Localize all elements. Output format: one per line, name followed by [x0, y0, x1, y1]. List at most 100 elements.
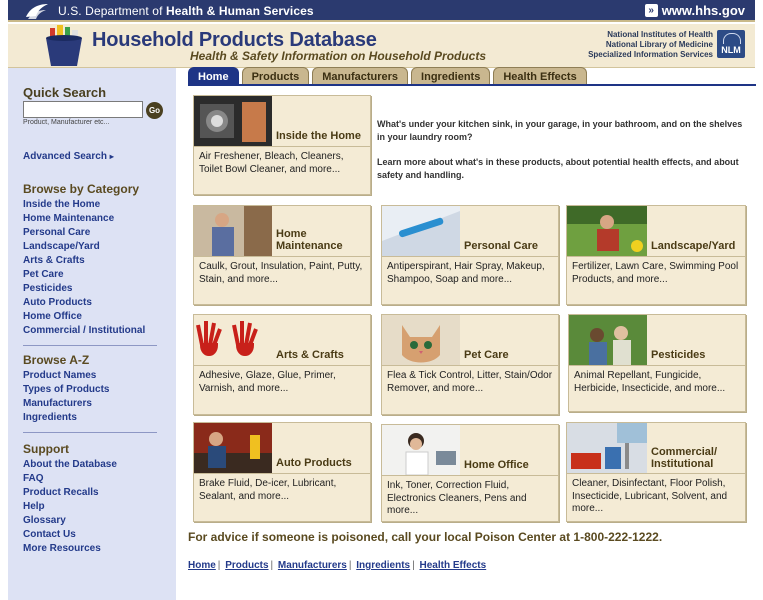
site-subtitle: Health & Safety Information on Household…: [190, 49, 487, 63]
footer-link-home[interactable]: Home: [188, 560, 216, 571]
card-description: Cleaner, Disinfectant, Floor Polish, Ins…: [572, 478, 728, 514]
nih-attribution[interactable]: National Institutes of Health National L…: [588, 30, 713, 60]
quick-search-input[interactable]: [23, 101, 143, 118]
category-personal-care[interactable]: Personal Care: [23, 226, 145, 240]
az-ingredients[interactable]: Ingredients: [23, 411, 110, 425]
card-landscape-yard[interactable]: Landscape/Yard Fertilizer, Lawn Care, Sw…: [566, 205, 746, 305]
category-pet-care[interactable]: Pet Care: [23, 268, 145, 282]
pet-care-photo-icon: [382, 315, 460, 365]
intro-text: What's under your kitchen sink, in your …: [377, 118, 747, 181]
separator: |: [270, 560, 274, 571]
support-contact[interactable]: Contact Us: [23, 528, 117, 542]
card-divider: [569, 365, 745, 366]
card-home-office[interactable]: Home Office Ink, Toner, Correction Fluid…: [381, 424, 559, 522]
az-product-names[interactable]: Product Names: [23, 369, 110, 383]
support-about[interactable]: About the Database: [23, 458, 117, 472]
card-title: Inside the Home: [276, 130, 361, 142]
footer-link-ingredients[interactable]: Ingredients: [356, 560, 410, 571]
card-divider: [194, 256, 370, 257]
tab-manufacturers[interactable]: Manufacturers: [312, 67, 409, 85]
nih-line: National Institutes of Health: [607, 30, 713, 39]
separator: |: [412, 560, 415, 571]
card-title: Landscape/Yard: [651, 240, 736, 252]
card-title: Auto Products: [276, 457, 352, 469]
support-faq[interactable]: FAQ: [23, 472, 117, 486]
support-section: Support About the Database FAQ Product R…: [23, 442, 117, 556]
card-title: Personal Care: [464, 240, 538, 252]
card-divider: [382, 475, 558, 476]
card-auto-products[interactable]: Auto Products Brake Fluid, De-icer, Lubr…: [193, 422, 371, 522]
card-arts-crafts[interactable]: Arts & Crafts Adhesive, Glaze, Glue, Pri…: [193, 314, 371, 415]
arts-crafts-photo-icon: [194, 315, 272, 365]
tabs-underline: [188, 84, 756, 86]
card-divider: [194, 473, 370, 474]
card-divider: [382, 256, 558, 257]
site-header: Household Products Database Health & Saf…: [8, 24, 755, 68]
footer-links: Home | Products | Manufacturers | Ingredien…: [188, 560, 486, 571]
hhs-department-name[interactable]: U.S. Department of Health & Human Servic…: [58, 4, 314, 18]
card-personal-care[interactable]: Personal Care Antiperspirant, Hair Spray…: [381, 205, 559, 305]
card-pesticides[interactable]: Pesticides Animal Repellant, Fungicide, …: [568, 314, 746, 412]
main-tabs: Home Products Manufacturers Ingredients …: [188, 67, 587, 85]
advanced-search-label: Advanced Search: [23, 151, 107, 162]
category-commercial[interactable]: Commercial / Institutional: [23, 324, 145, 338]
card-title: Pet Care: [464, 349, 509, 361]
card-description: Adhesive, Glaze, Glue, Primer, Varnish, …: [199, 370, 336, 394]
support-help[interactable]: Help: [23, 500, 117, 514]
tab-home[interactable]: Home: [188, 67, 239, 85]
intro-paragraph-2: Learn more about what's in these product…: [377, 157, 739, 180]
advanced-search-link[interactable]: Advanced Search ▸: [23, 151, 114, 162]
home-maintenance-photo-icon: [194, 206, 272, 256]
hhs-link[interactable]: » www.hhs.gov: [644, 3, 745, 18]
footer-link-products[interactable]: Products: [225, 560, 268, 571]
hhs-dept-bold: Health & Human Services: [165, 4, 314, 18]
tab-products[interactable]: Products: [241, 67, 310, 85]
az-manufacturers[interactable]: Manufacturers: [23, 397, 110, 411]
quick-search-title: Quick Search: [23, 85, 107, 100]
search-hint: Product, Manufacturer etc...: [23, 119, 110, 126]
card-commercial-institutional[interactable]: Commercial/ Institutional Cleaner, Disin…: [566, 422, 746, 522]
nlm-line: National Library of Medicine: [605, 40, 713, 49]
sidebar-divider: [23, 432, 157, 433]
category-landscape-yard[interactable]: Landscape/Yard: [23, 240, 145, 254]
category-home-maintenance[interactable]: Home Maintenance: [23, 212, 145, 226]
category-inside-home[interactable]: Inside the Home: [23, 198, 145, 212]
card-description: Flea & Tick Control, Litter, Stain/Odor …: [387, 370, 553, 394]
card-description: Antiperspirant, Hair Spray, Makeup, Sham…: [387, 261, 545, 285]
hhs-bar: U.S. Department of Health & Human Servic…: [8, 0, 755, 22]
search-go-button[interactable]: Go: [146, 102, 163, 119]
card-home-maintenance[interactable]: Home Maintenance Caulk, Grout, Insulatio…: [193, 205, 371, 305]
sis-line: Specialized Information Services: [588, 50, 713, 59]
card-title: Pesticides: [651, 349, 706, 361]
intro-paragraph-1: What's under your kitchen sink, in your …: [377, 119, 743, 142]
tab-ingredients[interactable]: Ingredients: [411, 67, 491, 85]
card-description: Animal Repellant, Fungicide, Herbicide, …: [574, 370, 726, 394]
category-auto-products[interactable]: Auto Products: [23, 296, 145, 310]
tab-health-effects[interactable]: Health Effects: [493, 67, 587, 85]
card-title: Home Office: [464, 459, 529, 471]
hhs-eagle-icon: [26, 4, 48, 19]
card-inside-home[interactable]: Inside the Home Air Freshener, Bleach, C…: [193, 95, 371, 195]
card-divider: [382, 365, 558, 366]
personal-care-photo-icon: [382, 206, 460, 256]
card-description: Ink, Toner, Correction Fluid, Electronic…: [387, 480, 527, 516]
landscape-yard-photo-icon: [567, 206, 647, 256]
support-more-resources[interactable]: More Resources: [23, 542, 117, 556]
category-arts-crafts[interactable]: Arts & Crafts: [23, 254, 145, 268]
footer-link-manufacturers[interactable]: Manufacturers: [278, 560, 347, 571]
category-home-office[interactable]: Home Office: [23, 310, 145, 324]
card-description: Fertilizer, Lawn Care, Swimming Pool Pro…: [572, 261, 739, 285]
inside-home-photo-icon: [194, 96, 272, 146]
bucket-logo-icon[interactable]: [40, 24, 88, 68]
nlm-logo[interactable]: NLM: [717, 30, 745, 58]
browse-az-title: Browse A-Z: [23, 353, 90, 367]
az-types-of-products[interactable]: Types of Products: [23, 383, 110, 397]
footer-link-health-effects[interactable]: Health Effects: [420, 560, 487, 571]
support-recalls[interactable]: Product Recalls: [23, 486, 117, 500]
card-title: Home Maintenance: [276, 228, 343, 252]
category-pesticides[interactable]: Pesticides: [23, 282, 145, 296]
card-pet-care[interactable]: Pet Care Flea & Tick Control, Litter, St…: [381, 314, 559, 415]
card-title-line: Institutional: [651, 458, 714, 470]
card-divider: [194, 365, 370, 366]
support-glossary[interactable]: Glossary: [23, 514, 117, 528]
